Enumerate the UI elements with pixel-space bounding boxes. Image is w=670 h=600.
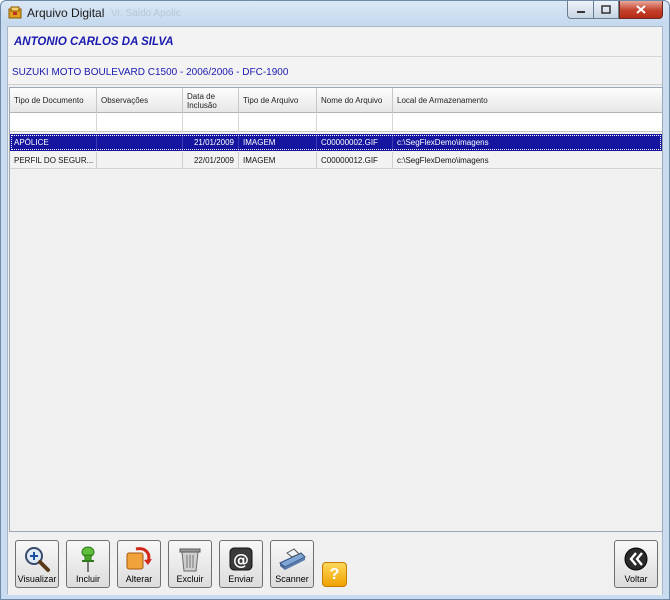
visualizar-label: Visualizar xyxy=(17,574,57,584)
window-title-ghost: Vr. Saldo Apolic xyxy=(111,8,181,19)
help-button[interactable]: ? xyxy=(322,562,347,587)
cell-observacoes xyxy=(97,134,183,151)
maximize-icon xyxy=(601,5,611,14)
incluir-button[interactable]: Incluir xyxy=(66,540,110,588)
alterar-button[interactable]: Alterar xyxy=(117,540,161,588)
filter-cell[interactable] xyxy=(97,113,183,132)
cell-observacoes xyxy=(97,152,183,169)
excluir-label: Excluir xyxy=(176,574,204,584)
filter-cell[interactable] xyxy=(10,113,97,132)
alterar-label: Alterar xyxy=(125,574,153,584)
close-button[interactable] xyxy=(619,1,663,19)
title-bar[interactable]: Arquivo Digital Vr. Saldo Apolic xyxy=(1,1,669,25)
cell-local: c:\SegFlexDemo\imagens xyxy=(397,138,489,147)
filter-row xyxy=(10,113,662,132)
scanner-icon xyxy=(279,548,306,570)
enviar-label: Enviar xyxy=(228,574,254,584)
column-header-local-armazenamento[interactable]: Local de Armazenamento xyxy=(393,88,662,113)
grid-header: Tipo de Documento Observações Data de In… xyxy=(10,88,662,113)
column-header-tipo-documento[interactable]: Tipo de Documento xyxy=(10,88,97,113)
voltar-label: Voltar xyxy=(624,574,648,584)
owner-name: ANTONIO CARLOS DA SILVA xyxy=(14,36,174,48)
cell-tipo-arquivo: IMAGEM xyxy=(239,152,317,169)
window-title: Arquivo Digital xyxy=(27,6,105,20)
table-row-selected[interactable]: APÓLICE 21/01/2009 IMAGEM C00000002.GIF … xyxy=(10,134,662,151)
double-chevron-left-icon xyxy=(624,547,648,571)
vehicle-description: SUZUKI MOTO BOULEVARD C1500 - 2006/2006 … xyxy=(12,67,289,78)
cell-tipo-documento: APÓLICE xyxy=(10,134,97,151)
action-toolbar: Visualizar Incluir Alterar Excluir @ Env… xyxy=(8,533,662,595)
minimize-button[interactable] xyxy=(567,1,593,19)
record-header: ANTONIO CARLOS DA SILVA SUZUKI MOTO BOUL… xyxy=(8,27,662,85)
filter-cell[interactable] xyxy=(239,113,317,132)
help-icon: ? xyxy=(329,565,340,583)
scanner-label: Scanner xyxy=(275,574,309,584)
app-icon xyxy=(8,6,22,19)
close-icon xyxy=(636,5,646,14)
enviar-button[interactable]: @ Enviar xyxy=(219,540,263,588)
svg-text:@: @ xyxy=(233,550,249,569)
cell-local: c:\SegFlexDemo\imagens xyxy=(397,156,489,165)
email-at-icon: @ xyxy=(229,547,253,571)
visualizar-button[interactable]: Visualizar xyxy=(15,540,59,588)
edit-refresh-icon xyxy=(126,547,152,570)
column-header-tipo-arquivo[interactable]: Tipo de Arquivo xyxy=(239,88,317,113)
cell-data-inclusao: 22/01/2009 xyxy=(183,152,239,169)
incluir-label: Incluir xyxy=(75,574,100,584)
filter-cell[interactable] xyxy=(183,113,239,132)
header-divider xyxy=(8,56,662,57)
filter-cell[interactable] xyxy=(393,113,662,132)
magnifier-zoom-icon xyxy=(25,547,50,572)
cell-nome-arquivo: C00000002.GIF xyxy=(317,134,393,151)
cell-tipo-arquivo: IMAGEM xyxy=(239,134,317,151)
table-row[interactable]: PERFIL DO SEGUR... 22/01/2009 IMAGEM C00… xyxy=(10,152,662,169)
client-area: ANTONIO CARLOS DA SILVA SUZUKI MOTO BOUL… xyxy=(7,26,663,595)
scanner-button[interactable]: Scanner xyxy=(270,540,314,588)
app-window: Arquivo Digital Vr. Saldo Apolic ANTONIO… xyxy=(0,0,670,600)
excluir-button[interactable]: Excluir xyxy=(168,540,212,588)
column-header-data-inclusao[interactable]: Data de Inclusão xyxy=(183,88,239,113)
maximize-button[interactable] xyxy=(593,1,619,19)
cell-nome-arquivo: C00000012.GIF xyxy=(317,152,393,169)
documents-grid[interactable]: Tipo de Documento Observações Data de In… xyxy=(9,87,663,532)
minimize-icon xyxy=(576,10,585,13)
pushpin-icon xyxy=(81,546,95,572)
trash-icon xyxy=(179,548,201,572)
cell-data-inclusao: 21/01/2009 xyxy=(183,134,239,151)
cell-tipo-documento: PERFIL DO SEGUR... xyxy=(10,152,97,169)
filter-cell[interactable] xyxy=(317,113,393,132)
voltar-button[interactable]: Voltar xyxy=(614,540,658,588)
column-header-observacoes[interactable]: Observações xyxy=(97,88,183,113)
column-header-nome-arquivo[interactable]: Nome do Arquivo xyxy=(317,88,393,113)
